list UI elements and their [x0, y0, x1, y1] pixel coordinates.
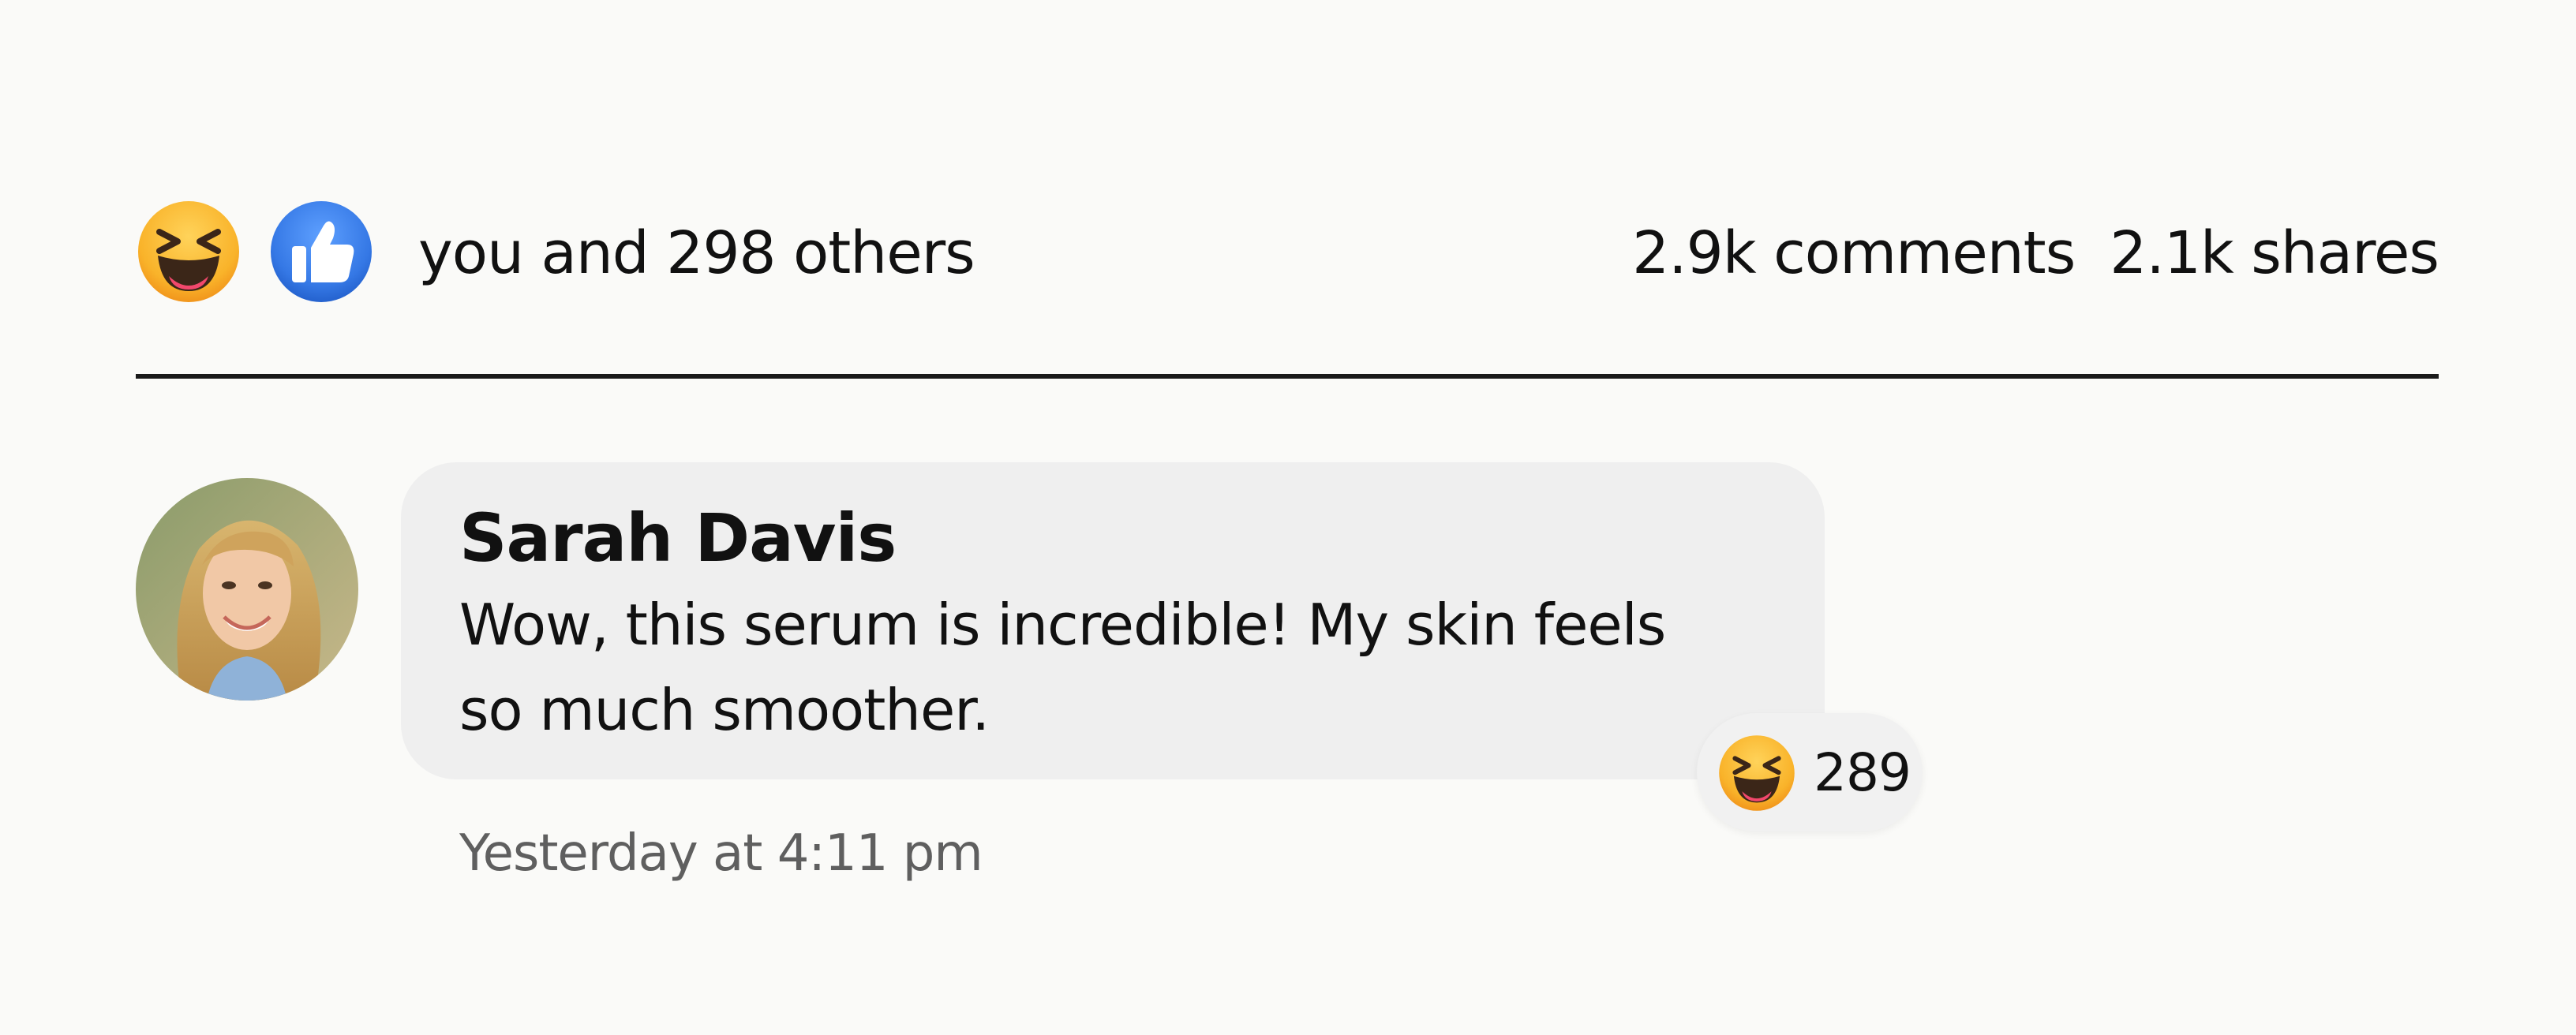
laughing-emoji-icon[interactable]	[136, 199, 242, 305]
reaction-summary[interactable]: you and 298 others	[418, 218, 975, 289]
comment-reaction-badge[interactable]: 289	[1697, 713, 1923, 831]
comment-timestamp[interactable]: Yesterday at 4:11 pm	[459, 820, 983, 887]
avatar[interactable]	[136, 478, 358, 701]
laughing-emoji-icon	[1717, 734, 1796, 813]
comment-text: Wow, this serum is incredible! My skin f…	[459, 592, 1666, 743]
comment-reaction-count: 289	[1814, 742, 1911, 803]
post-stats-bar: you and 298 others 2.9k comments 2.1k sha…	[136, 199, 2439, 309]
thumbs-up-icon[interactable]	[268, 199, 374, 305]
engagement-counts: 2.9k comments 2.1k shares	[1632, 218, 2439, 289]
comment-bubble: Sarah Davis Wow, this serum is incredibl…	[401, 462, 1825, 779]
comment-author[interactable]: Sarah Davis	[459, 499, 1766, 577]
divider	[136, 374, 2439, 379]
comments-count[interactable]: 2.9k comments	[1632, 219, 2076, 287]
shares-count[interactable]: 2.1k shares	[2110, 219, 2439, 287]
